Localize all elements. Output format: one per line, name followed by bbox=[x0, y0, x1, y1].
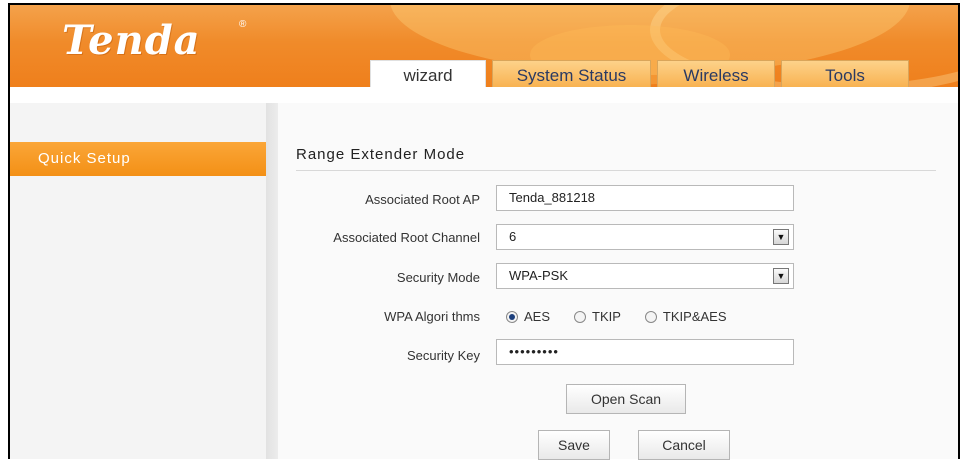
radio-icon[interactable] bbox=[574, 310, 587, 323]
open-scan-button[interactable]: Open Scan bbox=[566, 384, 686, 414]
section-title: Range Extender Mode bbox=[296, 146, 466, 163]
radio-tkip-aes[interactable]: TKIP&AES bbox=[644, 309, 727, 324]
chevron-down-icon[interactable]: ▼ bbox=[773, 268, 789, 284]
radio-tkip-aes-label: TKIP&AES bbox=[662, 309, 727, 324]
main-tabs: wizard System Status Wireless Tools bbox=[370, 60, 909, 87]
tab-wizard[interactable]: wizard bbox=[370, 60, 486, 87]
root-channel-value: 6 bbox=[509, 229, 517, 244]
router-admin-window: Tenda ® wizard System Status Wireless To… bbox=[8, 3, 960, 459]
root-channel-label: Associated Root Channel bbox=[333, 230, 480, 245]
save-button[interactable]: Save bbox=[538, 430, 610, 460]
security-key-label: Security Key bbox=[407, 348, 480, 363]
tab-tools[interactable]: Tools bbox=[781, 60, 909, 87]
sidebar-item-quick-setup[interactable]: Quick Setup bbox=[10, 142, 266, 176]
tab-wireless[interactable]: Wireless bbox=[657, 60, 775, 87]
chevron-down-icon[interactable]: ▼ bbox=[773, 229, 789, 245]
security-mode-value: WPA-PSK bbox=[509, 268, 568, 283]
radio-tkip[interactable]: TKIP bbox=[574, 309, 621, 324]
registered-mark: ® bbox=[239, 19, 247, 30]
root-ap-label: Associated Root AP bbox=[365, 192, 480, 207]
radio-tkip-label: TKIP bbox=[592, 309, 621, 324]
sidebar: Quick Setup bbox=[10, 103, 266, 459]
radio-aes[interactable]: AES bbox=[506, 309, 550, 324]
root-channel-select[interactable]: 6 ▼ bbox=[496, 224, 794, 250]
security-mode-label: Security Mode bbox=[396, 270, 480, 285]
security-mode-select[interactable]: WPA-PSK ▼ bbox=[496, 263, 794, 289]
cancel-button[interactable]: Cancel bbox=[638, 430, 730, 460]
wpa-algorithms-label: WPA Algori thms bbox=[384, 309, 480, 324]
radio-aes-label: AES bbox=[524, 309, 551, 324]
radio-icon[interactable] bbox=[506, 310, 518, 323]
wpa-algorithms-radio-group: AES TKIP TKIP&AES bbox=[506, 309, 751, 324]
security-key-input[interactable]: ••••••••• bbox=[496, 339, 794, 365]
header-banner: Tenda ® wizard System Status Wireless To… bbox=[10, 5, 958, 87]
tenda-logo: Tenda bbox=[62, 17, 201, 64]
section-divider bbox=[296, 170, 936, 171]
header-strip bbox=[10, 87, 958, 103]
root-ap-input[interactable]: Tenda_881218 bbox=[496, 185, 794, 211]
radio-icon[interactable] bbox=[644, 310, 657, 323]
tab-system-status[interactable]: System Status bbox=[492, 60, 651, 87]
